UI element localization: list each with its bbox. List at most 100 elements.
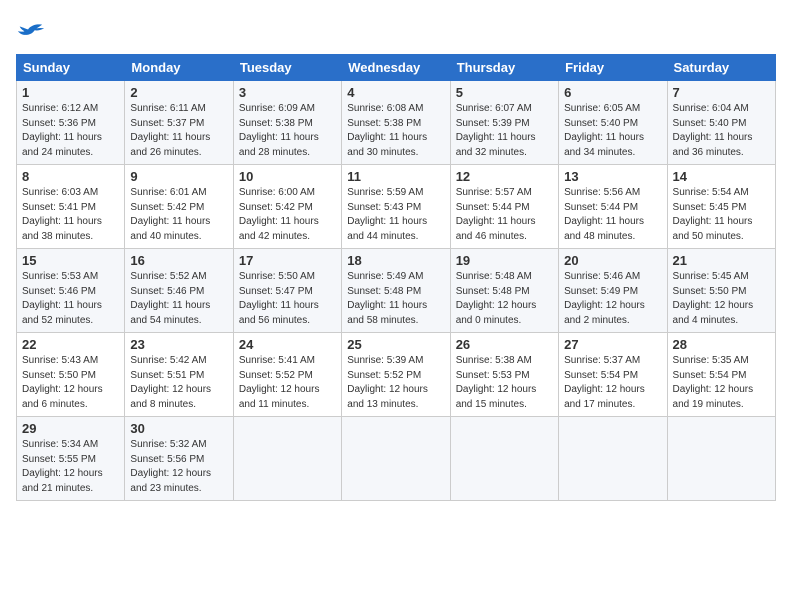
calendar-cell-15: 15 Sunrise: 5:53 AM Sunset: 5:46 PM Dayli… xyxy=(17,249,125,333)
day-number: 26 xyxy=(456,337,553,352)
day-info: Sunrise: 5:50 AM Sunset: 5:47 PM Dayligh… xyxy=(239,270,336,328)
weekday-header-saturday: Saturday xyxy=(667,55,775,81)
day-info: Sunrise: 6:01 AM Sunset: 5:42 PM Dayligh… xyxy=(130,186,227,244)
day-info: Sunrise: 5:34 AM Sunset: 5:55 PM Dayligh… xyxy=(22,438,119,496)
day-info: Sunrise: 6:11 AM Sunset: 5:37 PM Dayligh… xyxy=(130,102,227,160)
day-info: Sunrise: 6:04 AM Sunset: 5:40 PM Dayligh… xyxy=(673,102,770,160)
calendar-cell-8: 8Sunrise: 6:03 AM Sunset: 5:41 PM Daylig… xyxy=(17,165,125,249)
day-number: 16 xyxy=(130,253,227,268)
calendar-cell-1: 1 Sunrise: 6:12 AM Sunset: 5:36 PM Daylig… xyxy=(17,81,125,165)
calendar-cell-13: 13 Sunrise: 5:56 AM Sunset: 5:44 PM Dayli… xyxy=(559,165,667,249)
calendar-week-1: 1 Sunrise: 6:12 AM Sunset: 5:36 PM Daylig… xyxy=(17,81,776,165)
weekday-header-wednesday: Wednesday xyxy=(342,55,450,81)
calendar-cell-7: 7 Sunrise: 6:04 AM Sunset: 5:40 PM Daylig… xyxy=(667,81,775,165)
day-number: 3 xyxy=(239,85,336,100)
calendar-cell-4: 4 Sunrise: 6:08 AM Sunset: 5:38 PM Daylig… xyxy=(342,81,450,165)
page-header xyxy=(16,16,776,48)
day-number: 13 xyxy=(564,169,661,184)
day-number: 7 xyxy=(673,85,770,100)
day-number: 23 xyxy=(130,337,227,352)
day-number: 15 xyxy=(22,253,119,268)
calendar-cell-32 xyxy=(342,417,450,501)
day-info: Sunrise: 5:54 AM Sunset: 5:45 PM Dayligh… xyxy=(673,186,770,244)
day-number: 29 xyxy=(22,421,119,436)
calendar-cell-19: 19 Sunrise: 5:48 AM Sunset: 5:48 PM Dayli… xyxy=(450,249,558,333)
day-info: Sunrise: 5:52 AM Sunset: 5:46 PM Dayligh… xyxy=(130,270,227,328)
day-number: 6 xyxy=(564,85,661,100)
calendar-cell-35 xyxy=(667,417,775,501)
day-number: 5 xyxy=(456,85,553,100)
day-info: Sunrise: 5:48 AM Sunset: 5:48 PM Dayligh… xyxy=(456,270,553,328)
day-number: 27 xyxy=(564,337,661,352)
day-info: Sunrise: 5:42 AM Sunset: 5:51 PM Dayligh… xyxy=(130,354,227,412)
calendar-cell-24: 24 Sunrise: 5:41 AM Sunset: 5:52 PM Dayli… xyxy=(233,333,341,417)
day-info: Sunrise: 5:56 AM Sunset: 5:44 PM Dayligh… xyxy=(564,186,661,244)
day-info: Sunrise: 5:45 AM Sunset: 5:50 PM Dayligh… xyxy=(673,270,770,328)
calendar-cell-21: 21 Sunrise: 5:45 AM Sunset: 5:50 PM Dayli… xyxy=(667,249,775,333)
calendar-cell-25: 25 Sunrise: 5:39 AM Sunset: 5:52 PM Dayli… xyxy=(342,333,450,417)
logo-bird-icon xyxy=(16,20,44,48)
calendar-cell-9: 9 Sunrise: 6:01 AM Sunset: 5:42 PM Daylig… xyxy=(125,165,233,249)
day-number: 21 xyxy=(673,253,770,268)
calendar-cell-34 xyxy=(559,417,667,501)
calendar-table: SundayMondayTuesdayWednesdayThursdayFrid… xyxy=(16,54,776,501)
day-number: 1 xyxy=(22,85,119,100)
day-number: 2 xyxy=(130,85,227,100)
day-number: 10 xyxy=(239,169,336,184)
day-number: 9 xyxy=(130,169,227,184)
day-info: Sunrise: 5:46 AM Sunset: 5:49 PM Dayligh… xyxy=(564,270,661,328)
day-info: Sunrise: 6:00 AM Sunset: 5:42 PM Dayligh… xyxy=(239,186,336,244)
calendar-week-4: 22Sunrise: 5:43 AM Sunset: 5:50 PM Dayli… xyxy=(17,333,776,417)
calendar-cell-26: 26 Sunrise: 5:38 AM Sunset: 5:53 PM Dayli… xyxy=(450,333,558,417)
calendar-week-3: 15 Sunrise: 5:53 AM Sunset: 5:46 PM Dayli… xyxy=(17,249,776,333)
weekday-header-friday: Friday xyxy=(559,55,667,81)
day-number: 17 xyxy=(239,253,336,268)
day-info: Sunrise: 5:53 AM Sunset: 5:46 PM Dayligh… xyxy=(22,270,119,328)
day-info: Sunrise: 6:07 AM Sunset: 5:39 PM Dayligh… xyxy=(456,102,553,160)
calendar-cell-3: 3 Sunrise: 6:09 AM Sunset: 5:38 PM Daylig… xyxy=(233,81,341,165)
day-number: 18 xyxy=(347,253,444,268)
calendar-cell-27: 27 Sunrise: 5:37 AM Sunset: 5:54 PM Dayli… xyxy=(559,333,667,417)
day-number: 12 xyxy=(456,169,553,184)
day-number: 30 xyxy=(130,421,227,436)
day-number: 20 xyxy=(564,253,661,268)
day-info: Sunrise: 6:12 AM Sunset: 5:36 PM Dayligh… xyxy=(22,102,119,160)
calendar-cell-10: 10 Sunrise: 6:00 AM Sunset: 5:42 PM Dayli… xyxy=(233,165,341,249)
calendar-cell-22: 22Sunrise: 5:43 AM Sunset: 5:50 PM Dayli… xyxy=(17,333,125,417)
day-info: Sunrise: 5:43 AM Sunset: 5:50 PM Dayligh… xyxy=(22,354,119,412)
calendar-cell-17: 17 Sunrise: 5:50 AM Sunset: 5:47 PM Dayli… xyxy=(233,249,341,333)
day-info: Sunrise: 5:59 AM Sunset: 5:43 PM Dayligh… xyxy=(347,186,444,244)
calendar-cell-20: 20 Sunrise: 5:46 AM Sunset: 5:49 PM Dayli… xyxy=(559,249,667,333)
day-info: Sunrise: 5:38 AM Sunset: 5:53 PM Dayligh… xyxy=(456,354,553,412)
day-info: Sunrise: 5:35 AM Sunset: 5:54 PM Dayligh… xyxy=(673,354,770,412)
calendar-cell-14: 14Sunrise: 5:54 AM Sunset: 5:45 PM Dayli… xyxy=(667,165,775,249)
calendar-week-2: 8Sunrise: 6:03 AM Sunset: 5:41 PM Daylig… xyxy=(17,165,776,249)
calendar-cell-23: 23 Sunrise: 5:42 AM Sunset: 5:51 PM Dayli… xyxy=(125,333,233,417)
calendar-cell-30: 30Sunrise: 5:32 AM Sunset: 5:56 PM Dayli… xyxy=(125,417,233,501)
day-info: Sunrise: 5:49 AM Sunset: 5:48 PM Dayligh… xyxy=(347,270,444,328)
calendar-cell-18: 18 Sunrise: 5:49 AM Sunset: 5:48 PM Dayli… xyxy=(342,249,450,333)
day-info: Sunrise: 6:03 AM Sunset: 5:41 PM Dayligh… xyxy=(22,186,119,244)
calendar-week-5: 29 Sunrise: 5:34 AM Sunset: 5:55 PM Dayli… xyxy=(17,417,776,501)
day-number: 25 xyxy=(347,337,444,352)
weekday-header-monday: Monday xyxy=(125,55,233,81)
day-info: Sunrise: 6:09 AM Sunset: 5:38 PM Dayligh… xyxy=(239,102,336,160)
weekday-header-tuesday: Tuesday xyxy=(233,55,341,81)
calendar-cell-29: 29 Sunrise: 5:34 AM Sunset: 5:55 PM Dayli… xyxy=(17,417,125,501)
calendar-cell-33 xyxy=(450,417,558,501)
day-number: 4 xyxy=(347,85,444,100)
calendar-cell-12: 12 Sunrise: 5:57 AM Sunset: 5:44 PM Dayli… xyxy=(450,165,558,249)
calendar-cell-16: 16 Sunrise: 5:52 AM Sunset: 5:46 PM Dayli… xyxy=(125,249,233,333)
day-info: Sunrise: 5:57 AM Sunset: 5:44 PM Dayligh… xyxy=(456,186,553,244)
calendar-cell-11: 11Sunrise: 5:59 AM Sunset: 5:43 PM Dayli… xyxy=(342,165,450,249)
day-info: Sunrise: 5:41 AM Sunset: 5:52 PM Dayligh… xyxy=(239,354,336,412)
day-number: 28 xyxy=(673,337,770,352)
weekday-header-thursday: Thursday xyxy=(450,55,558,81)
day-info: Sunrise: 6:05 AM Sunset: 5:40 PM Dayligh… xyxy=(564,102,661,160)
day-info: Sunrise: 6:08 AM Sunset: 5:38 PM Dayligh… xyxy=(347,102,444,160)
day-number: 19 xyxy=(456,253,553,268)
day-info: Sunrise: 5:37 AM Sunset: 5:54 PM Dayligh… xyxy=(564,354,661,412)
day-number: 24 xyxy=(239,337,336,352)
calendar-cell-31 xyxy=(233,417,341,501)
day-info: Sunrise: 5:39 AM Sunset: 5:52 PM Dayligh… xyxy=(347,354,444,412)
